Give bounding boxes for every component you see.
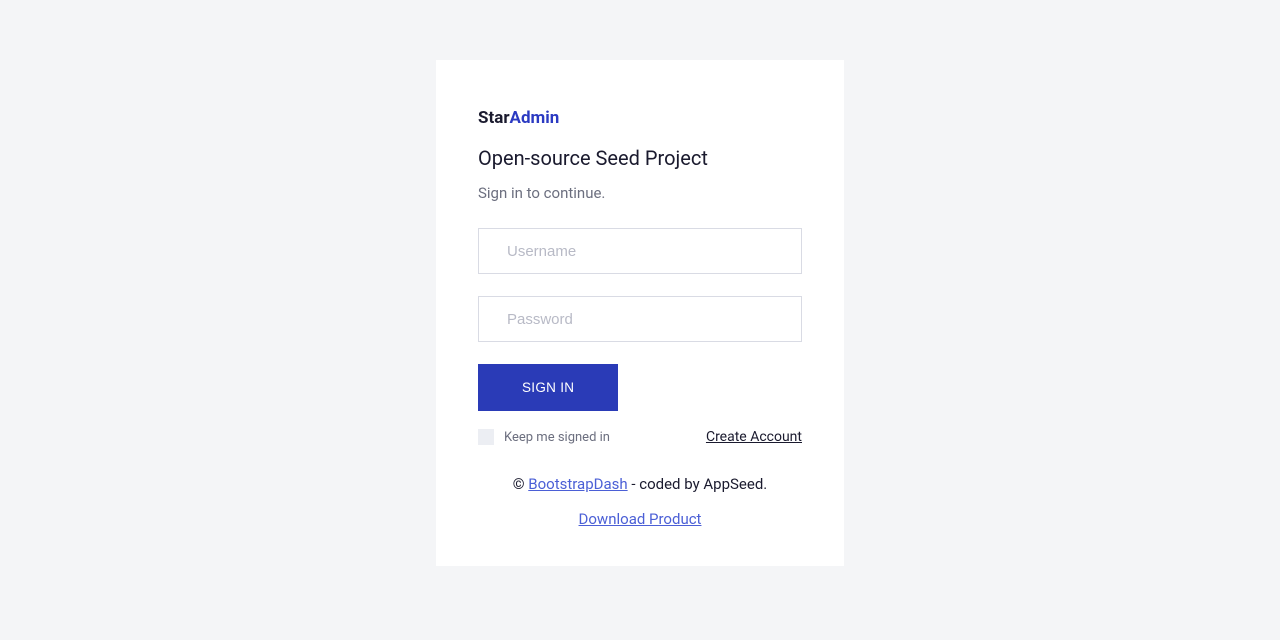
username-input[interactable]: [478, 228, 802, 274]
page-heading: Open-source Seed Project: [478, 146, 802, 170]
password-group: [478, 296, 802, 342]
options-row: Keep me signed in Create Account: [478, 429, 802, 445]
signin-button[interactable]: SIGN IN: [478, 364, 618, 411]
password-input[interactable]: [478, 296, 802, 342]
login-card: StarAdmin Open-source Seed Project Sign …: [436, 60, 844, 566]
download-product-link[interactable]: Download Product: [579, 510, 702, 528]
keep-signed-wrap: Keep me signed in: [478, 429, 610, 445]
brand-logo-part1: Star: [478, 108, 510, 128]
footer-text: © BootstrapDash - coded by AppSeed.: [478, 475, 802, 493]
vendor-link[interactable]: BootstrapDash: [528, 475, 627, 493]
keep-signed-label: Keep me signed in: [504, 430, 610, 445]
page-subheading: Sign in to continue.: [478, 184, 802, 202]
brand-logo: StarAdmin: [478, 108, 802, 128]
brand-logo-part2: Admin: [510, 108, 560, 128]
copyright-symbol: ©: [513, 475, 529, 493]
username-group: [478, 228, 802, 274]
coded-by-text: - coded by AppSeed.: [628, 475, 768, 493]
keep-signed-checkbox[interactable]: [478, 429, 494, 445]
download-wrap: Download Product: [478, 509, 802, 528]
create-account-link[interactable]: Create Account: [706, 429, 802, 445]
